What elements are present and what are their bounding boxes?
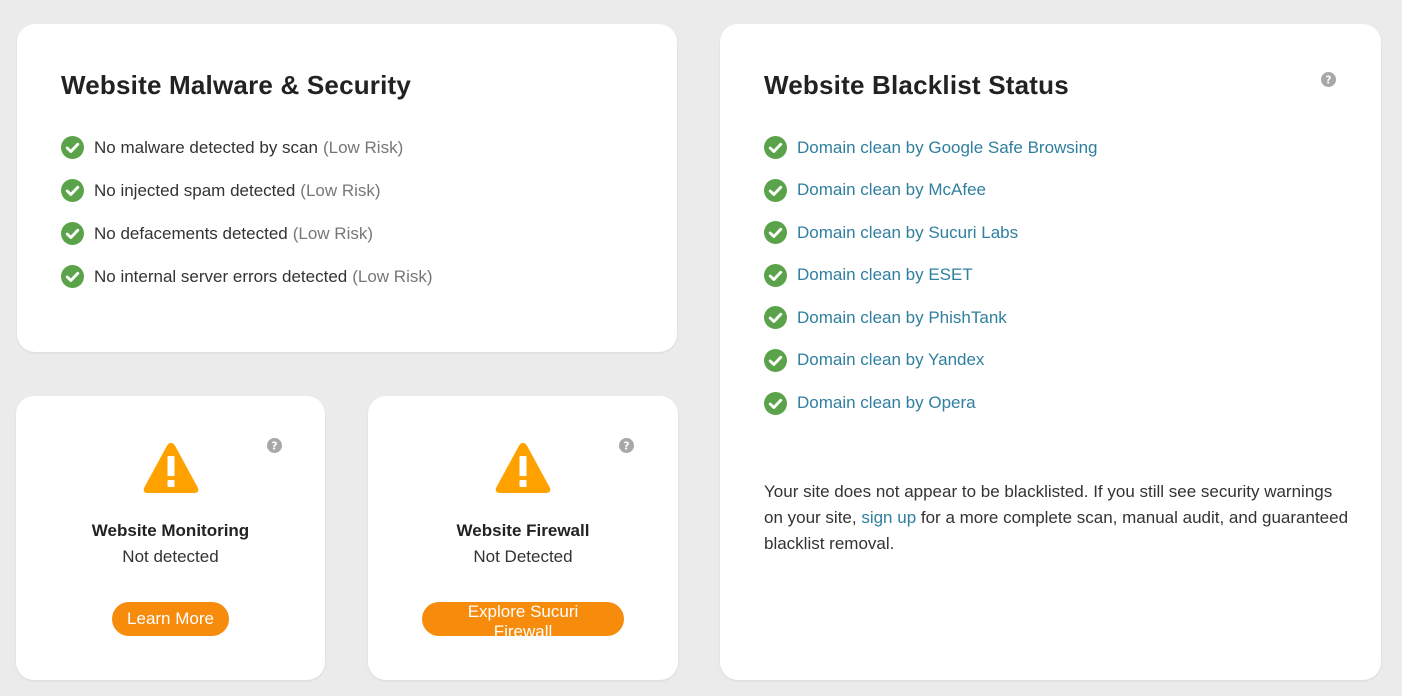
- list-item: No internal server errors detected (Low …: [61, 265, 433, 288]
- malware-item-text: No injected spam detected: [94, 180, 296, 200]
- question-circle-icon[interactable]: ?: [267, 438, 282, 453]
- malware-item-text: No defacements detected: [94, 223, 288, 243]
- malware-card-title: Website Malware & Security: [61, 70, 412, 100]
- blacklist-vendor-link[interactable]: Domain clean by ESET: [797, 265, 973, 285]
- blacklist-check-list: Domain clean by Google Safe Browsing Dom…: [764, 136, 1098, 434]
- malware-item-text: No internal server errors detected: [94, 266, 348, 286]
- explore-sucuri-firewall-button[interactable]: Explore Sucuri Firewall: [422, 602, 624, 641]
- risk-label: (Low Risk): [292, 223, 374, 243]
- blacklist-vendor-link[interactable]: Domain clean by Opera: [797, 393, 976, 413]
- blacklist-vendor-link[interactable]: Domain clean by Google Safe Browsing: [797, 138, 1098, 158]
- list-item: Domain clean by Google Safe Browsing: [764, 136, 1098, 159]
- blacklist-note: Your site does not appear to be blacklis…: [764, 479, 1354, 557]
- firewall-status: Not Detected: [473, 547, 573, 566]
- check-circle-icon: [764, 306, 787, 330]
- blacklist-card-title: Website Blacklist Status: [764, 70, 1069, 100]
- warning-triangle-icon: [495, 443, 551, 493]
- list-item: Domain clean by McAfee: [764, 178, 1098, 202]
- check-circle-icon: [61, 222, 84, 245]
- svg-text:?: ?: [1326, 74, 1332, 86]
- check-circle-icon: [61, 265, 84, 288]
- sign-up-link[interactable]: sign up: [861, 508, 916, 527]
- malware-check-list: No malware detected by scan (Low Risk) N…: [61, 136, 433, 308]
- check-circle-icon: [61, 136, 84, 159]
- list-item: Domain clean by Opera: [764, 391, 1098, 415]
- website-firewall-card: ? Website Firewall Not Detected Explore …: [368, 396, 678, 680]
- check-circle-icon: [764, 221, 787, 245]
- list-item: No defacements detected (Low Risk): [61, 222, 433, 245]
- warning-triangle-icon: [143, 443, 199, 493]
- list-item: No malware detected by scan (Low Risk): [61, 136, 433, 159]
- website-monitoring-card: ? Website Monitoring Not detected Learn …: [16, 396, 325, 680]
- risk-label: (Low Risk): [352, 266, 433, 286]
- learn-more-button[interactable]: Learn More: [112, 602, 229, 636]
- question-circle-icon[interactable]: ?: [619, 438, 634, 453]
- svg-text:?: ?: [624, 440, 630, 452]
- malware-item-text: No malware detected by scan: [94, 137, 318, 157]
- monitoring-title: Website Monitoring: [91, 521, 250, 540]
- check-circle-icon: [764, 136, 787, 159]
- malware-security-card: Website Malware & Security No malware de…: [17, 24, 677, 352]
- list-item: Domain clean by Yandex: [764, 348, 1098, 372]
- risk-label: (Low Risk): [322, 137, 404, 157]
- check-circle-icon: [61, 179, 84, 202]
- question-circle-icon[interactable]: ?: [1321, 72, 1336, 87]
- check-circle-icon: [764, 348, 787, 372]
- check-circle-icon: [764, 391, 787, 415]
- check-circle-icon: [764, 263, 787, 287]
- svg-text:?: ?: [272, 440, 278, 452]
- blacklist-vendor-link[interactable]: Domain clean by PhishTank: [797, 308, 1007, 328]
- blacklist-status-card: Website Blacklist Status ? Domain clean …: [720, 24, 1381, 680]
- blacklist-vendor-link[interactable]: Domain clean by McAfee: [797, 180, 986, 200]
- check-circle-icon: [764, 178, 787, 202]
- list-item: No injected spam detected (Low Risk): [61, 179, 433, 202]
- risk-label: (Low Risk): [300, 180, 381, 200]
- list-item: Domain clean by PhishTank: [764, 306, 1098, 330]
- firewall-title: Website Firewall: [456, 521, 590, 540]
- list-item: Domain clean by Sucuri Labs: [764, 221, 1098, 245]
- monitoring-status: Not detected: [122, 547, 219, 566]
- blacklist-vendor-link[interactable]: Domain clean by Sucuri Labs: [797, 223, 1018, 243]
- list-item: Domain clean by ESET: [764, 263, 1098, 287]
- blacklist-vendor-link[interactable]: Domain clean by Yandex: [797, 350, 984, 370]
